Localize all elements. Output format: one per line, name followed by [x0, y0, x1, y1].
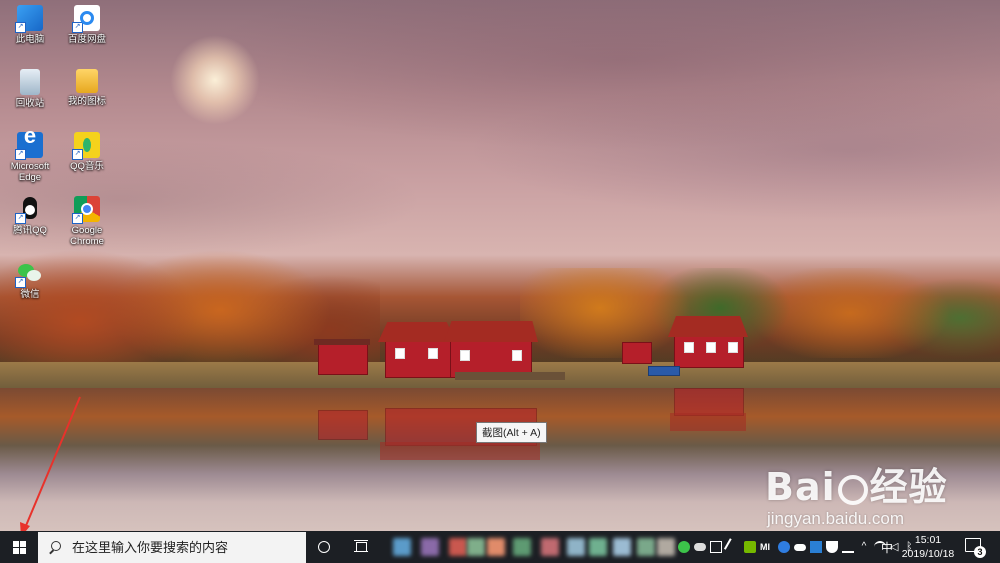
- desktop-icon-my-icons-folder[interactable]: 我的图标: [57, 69, 117, 107]
- red-house-right-roof-reflection: [670, 413, 746, 431]
- pinned-app[interactable]: [486, 531, 506, 563]
- pinned-app[interactable]: [588, 531, 608, 563]
- red-boathouse-left: [385, 340, 452, 378]
- recycle-bin-icon: [20, 69, 40, 95]
- clock-time: 15:01: [914, 534, 942, 546]
- red-house-small: [318, 343, 368, 375]
- pinned-app[interactable]: [636, 531, 656, 563]
- pinned-app[interactable]: [540, 531, 560, 563]
- baidu-jingyan-watermark: Bai 经验 jingyan.baidu.com: [765, 456, 995, 542]
- desktop-icon-label: 我的图标: [67, 96, 106, 107]
- notification-count-badge: 3: [974, 546, 986, 558]
- pinned-app[interactable]: [612, 531, 632, 563]
- red-house-right-roof: [668, 316, 748, 337]
- watermark-url: jingyan.baidu.com: [767, 509, 905, 528]
- security-tray-icon[interactable]: [826, 541, 838, 553]
- pinned-app[interactable]: [420, 531, 440, 563]
- wallpaper-clouds: [0, 0, 1000, 260]
- wechat-tray-icon[interactable]: [678, 541, 690, 553]
- pinned-app[interactable]: [512, 531, 532, 563]
- pinned-app[interactable]: [656, 531, 676, 563]
- house-window: [706, 342, 716, 353]
- folder-icon: [76, 69, 98, 93]
- desktop-icon-label: 腾讯QQ: [13, 225, 47, 236]
- desktop-icon-this-pc[interactable]: ↗ 此电脑: [0, 5, 60, 45]
- mi-tray-icon[interactable]: MI: [760, 541, 774, 553]
- wechat-icon: ↗: [15, 260, 43, 288]
- windows-logo-icon: [12, 540, 26, 554]
- taskbar-search-box[interactable]: [38, 532, 306, 563]
- red-house-small-roof: [314, 339, 370, 345]
- pinned-app[interactable]: [392, 531, 412, 563]
- wooden-jetty: [455, 372, 565, 380]
- cortana-circle-icon[interactable]: [318, 541, 330, 553]
- pinned-app[interactable]: [448, 531, 468, 563]
- boat: [648, 366, 680, 376]
- baidu-tray-icon[interactable]: [778, 541, 790, 553]
- pen-tray-icon[interactable]: [723, 538, 743, 556]
- desktop-icon-label: QQ音乐: [70, 161, 104, 172]
- desktop-icon-recycle-bin[interactable]: 回收站: [0, 69, 60, 109]
- search-input[interactable]: [70, 539, 294, 556]
- house-window: [460, 350, 470, 361]
- red-boathouse-right-roof: [444, 321, 538, 342]
- desktop-wallpaper: [0, 0, 1000, 531]
- watermark-logo: Bai 经验: [765, 456, 995, 511]
- screenshot-shortcut-tooltip: 截图(Alt + A): [476, 422, 547, 443]
- red-house-small-reflection: [318, 410, 368, 440]
- chevron-up-icon[interactable]: ^: [858, 541, 870, 553]
- desktop-icon-baidu-netdisk[interactable]: ↗ 百度网盘: [57, 5, 117, 45]
- desktop-icon-label: 微信: [20, 289, 40, 300]
- task-view-icon[interactable]: [354, 540, 368, 552]
- search-icon: [48, 540, 62, 555]
- input-tray-icon[interactable]: [710, 541, 722, 553]
- ime-indicator[interactable]: 中: [881, 539, 893, 556]
- watermark-logo-left: Bai: [765, 465, 836, 509]
- red-house-right-reflection: [674, 388, 744, 416]
- cloud-tray-icon[interactable]: [694, 543, 706, 551]
- red-boathouse-roof-reflection: [380, 442, 540, 460]
- desktop-icon-microsoft-edge[interactable]: ↗ Microsoft Edge: [0, 130, 60, 183]
- house-window: [395, 348, 405, 359]
- desktop-icon-label: 百度网盘: [67, 34, 106, 45]
- baidu-netdisk-icon: ↗: [72, 5, 100, 33]
- desktop-icon-tencent-qq[interactable]: ↗ 腾讯QQ: [0, 196, 60, 236]
- house-window: [512, 350, 522, 361]
- upload-tray-icon[interactable]: [842, 541, 854, 553]
- chrome-icon: ↗: [72, 196, 100, 224]
- taskbar: MI ^ ◁ ᛒ 中 15:01 2019/10/18 3: [0, 531, 1000, 563]
- house-window: [684, 342, 694, 353]
- qq-penguin-icon: ↗: [15, 196, 43, 224]
- red-boathouse-left-roof: [378, 322, 456, 342]
- onedrive-tray-icon[interactable]: [794, 543, 806, 551]
- edge-icon: ↗: [15, 130, 43, 160]
- watermark-logo-right: 经验: [869, 465, 948, 509]
- taskbar-clock[interactable]: 15:01 2019/10/18: [897, 533, 959, 561]
- desktop-icon-wechat[interactable]: ↗ 微信: [0, 260, 60, 300]
- pinned-app[interactable]: [466, 531, 486, 563]
- qq-music-icon: ↗: [72, 132, 100, 160]
- clock-date: 2019/10/18: [901, 548, 955, 560]
- desktop-icon-label: Microsoft Edge: [10, 161, 50, 183]
- house-window: [428, 348, 438, 359]
- baidu-paw-icon: [837, 474, 868, 505]
- desktop-icon-label: Google Chrome: [70, 225, 104, 247]
- nvidia-tray-icon[interactable]: [744, 541, 756, 553]
- house-window: [728, 342, 738, 353]
- app-tray-icon[interactable]: [810, 541, 822, 553]
- pinned-app[interactable]: [566, 531, 586, 563]
- desktop-icon-google-chrome[interactable]: ↗ Google Chrome: [57, 196, 117, 247]
- start-button[interactable]: [0, 531, 38, 563]
- red-house-far: [622, 342, 652, 364]
- desktop-icon-label: 回收站: [15, 98, 45, 109]
- wallpaper-sun: [170, 35, 260, 125]
- this-pc-icon: ↗: [15, 5, 43, 33]
- desktop-icon-label: 此电脑: [15, 34, 45, 45]
- wallpaper-trees-right: [520, 268, 1000, 358]
- desktop-icon-qq-music[interactable]: ↗ QQ音乐: [57, 132, 117, 172]
